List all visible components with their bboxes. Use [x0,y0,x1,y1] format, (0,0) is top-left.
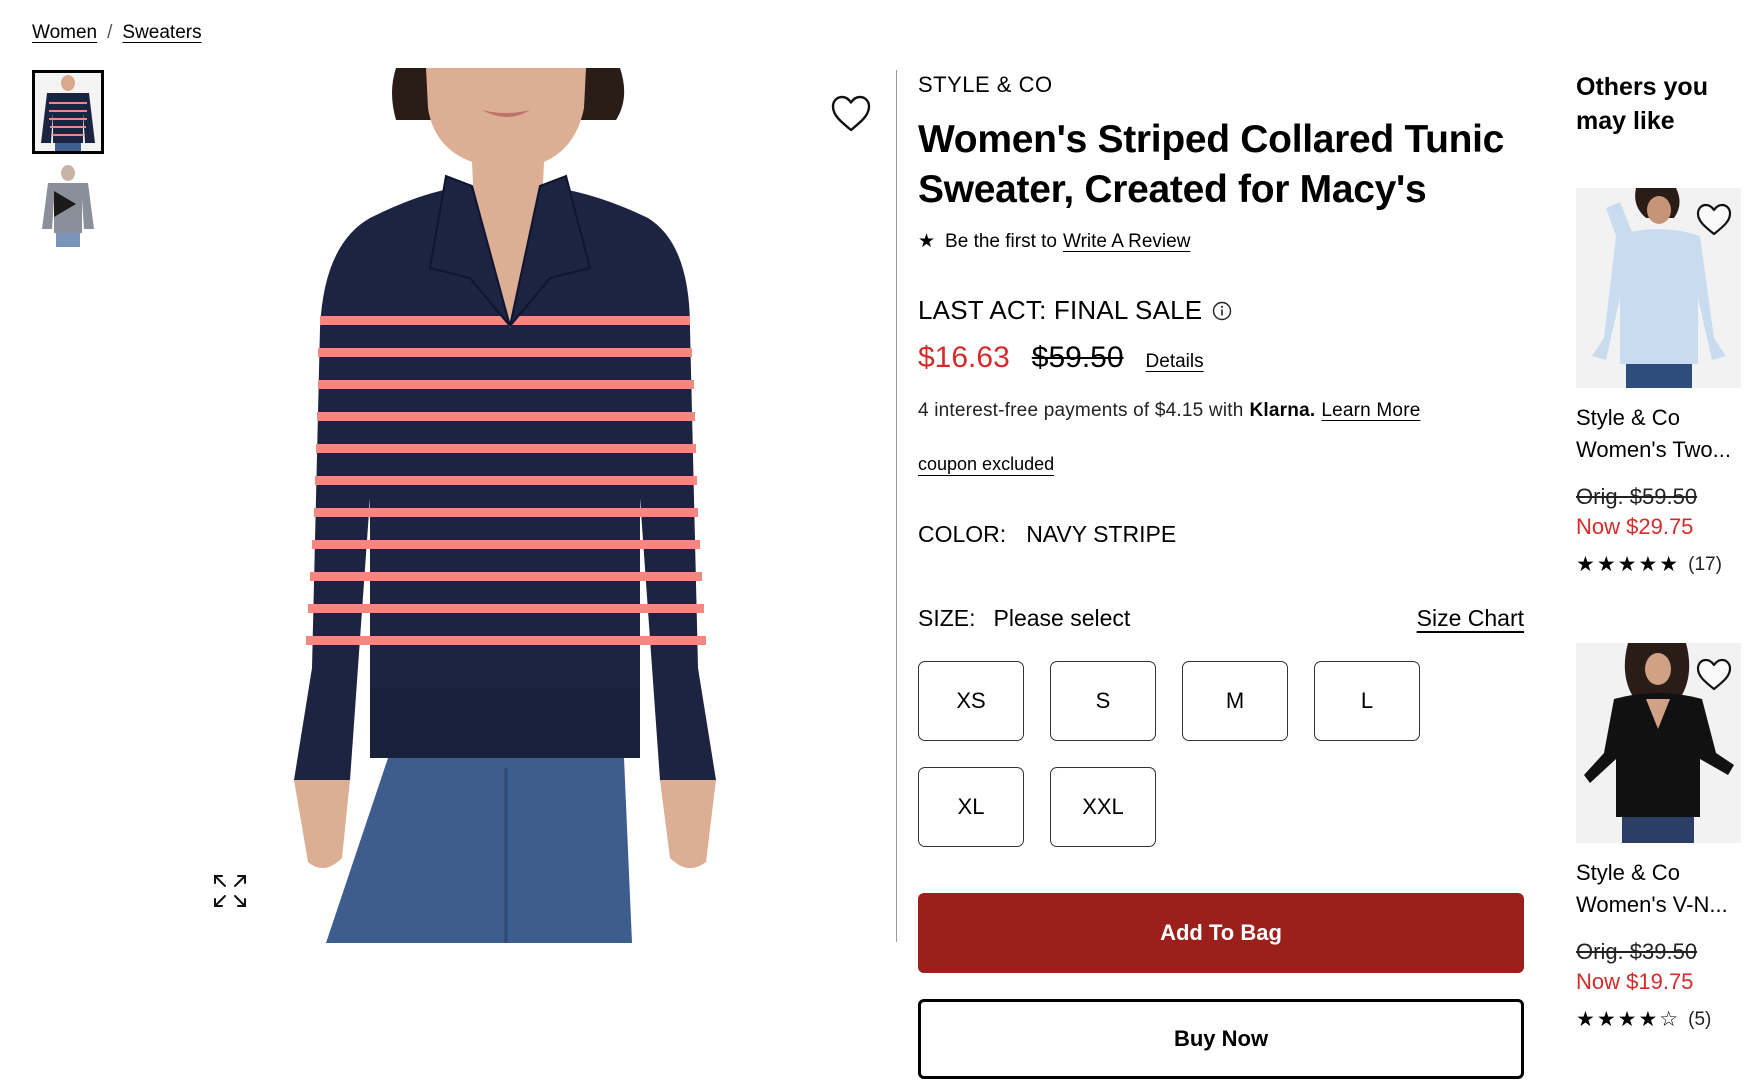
color-selector: COLOR: NAVY STRIPE [918,521,1176,548]
original-price: $59.50 [1031,341,1124,374]
rating-stars: ★★★★★ [1576,553,1681,576]
heart-icon[interactable] [1695,657,1733,693]
star-icon: ★ [918,231,936,252]
play-icon [54,191,76,217]
recommendation-name[interactable]: Style & Co Women's Two... [1576,402,1748,466]
recommendation-brand: Style & Co [1576,405,1680,430]
sale-price: $16.63 [918,341,1010,374]
recommendation-card[interactable]: Style & Co Women's V-N... Orig. $39.50 N… [1576,643,1746,1032]
klarna-text: 4 interest-free payments of $4.15 with [918,400,1244,421]
thumbnail-video[interactable] [32,163,104,247]
recommendation-image[interactable] [1576,188,1741,388]
recommendation-sale-price: Now $29.75 [1576,514,1694,539]
recommendation-original-price: Orig. $39.50 [1576,939,1698,964]
size-selector-header: SIZE: Please select Size Chart [918,605,1524,632]
expand-icon[interactable] [212,873,248,909]
recommendation-title: Women's V-N... [1576,892,1728,917]
sale-label-text: LAST ACT: FINAL SALE [918,295,1203,325]
recommendation-title: Women's Two... [1576,437,1731,462]
klarna-learn-more-link[interactable]: Learn More [1321,400,1420,422]
size-option-xl[interactable]: XL [918,767,1024,847]
recommendation-sale-price: Now $19.75 [1576,969,1694,994]
write-review-link[interactable]: Write A Review [1063,231,1190,253]
info-icon[interactable] [1212,301,1232,321]
size-option-l[interactable]: L [1314,661,1420,741]
rating-count: (5) [1688,1008,1712,1030]
recommendation-image[interactable] [1576,643,1741,843]
coupon-excluded-link[interactable]: coupon excluded [918,454,1054,475]
color-label: COLOR: [918,521,1007,547]
klarna-logo: Klarna. [1249,400,1316,421]
heart-icon[interactable] [1695,202,1733,238]
buy-now-button[interactable]: Buy Now [918,999,1524,1079]
product-brand[interactable]: STYLE & CO [918,72,1053,98]
rating-stars: ★★★★☆ [1576,1008,1681,1031]
sweater-thumbnail-icon [35,73,101,151]
price-block: $16.63 $59.50 Details [918,341,1204,375]
size-option-s[interactable]: S [1050,661,1156,741]
recommendation-brand: Style & Co [1576,860,1680,885]
sale-label: LAST ACT: FINAL SALE [918,295,1232,326]
recommendation-rating[interactable]: ★★★★★ (17) [1576,552,1746,577]
product-main-image[interactable] [220,68,880,943]
size-option-xs[interactable]: XS [918,661,1024,741]
product-title: Women's Striped Collared Tunic Sweater, … [918,118,1505,211]
size-option-m[interactable]: M [1182,661,1288,741]
vertical-divider [896,70,897,942]
review-prefix: Be the first to [945,230,1057,252]
recommendation-name[interactable]: Style & Co Women's V-N... [1576,857,1748,921]
size-option-xxl[interactable]: XXL [1050,767,1156,847]
size-chart-link[interactable]: Size Chart [1417,605,1524,632]
breadcrumb-separator: / [107,22,113,43]
rating-count: (17) [1688,553,1722,575]
review-prompt: ★ Be the first to Write A Review [918,230,1190,253]
recommendation-card[interactable]: Style & Co Women's Two... Orig. $59.50 N… [1576,188,1746,577]
recommendation-original-price: Orig. $59.50 [1576,484,1698,509]
thumbnail-front-image[interactable] [32,70,104,154]
add-to-bag-button[interactable]: Add To Bag [918,893,1524,973]
recommendations-heading: Others you may like [1576,73,1708,135]
size-value: Please select [993,605,1131,631]
klarna-message: 4 interest-free payments of $4.15 with K… [918,400,1421,422]
color-value: NAVY STRIPE [1026,521,1177,547]
heart-icon[interactable] [830,94,872,134]
size-label: SIZE: [918,605,976,631]
breadcrumb: Women / Sweaters [32,22,202,44]
breadcrumb-sweaters[interactable]: Sweaters [122,22,201,44]
recommendation-rating[interactable]: ★★★★☆ (5) [1576,1007,1746,1032]
price-details-link[interactable]: Details [1146,351,1204,373]
breadcrumb-women[interactable]: Women [32,22,97,44]
